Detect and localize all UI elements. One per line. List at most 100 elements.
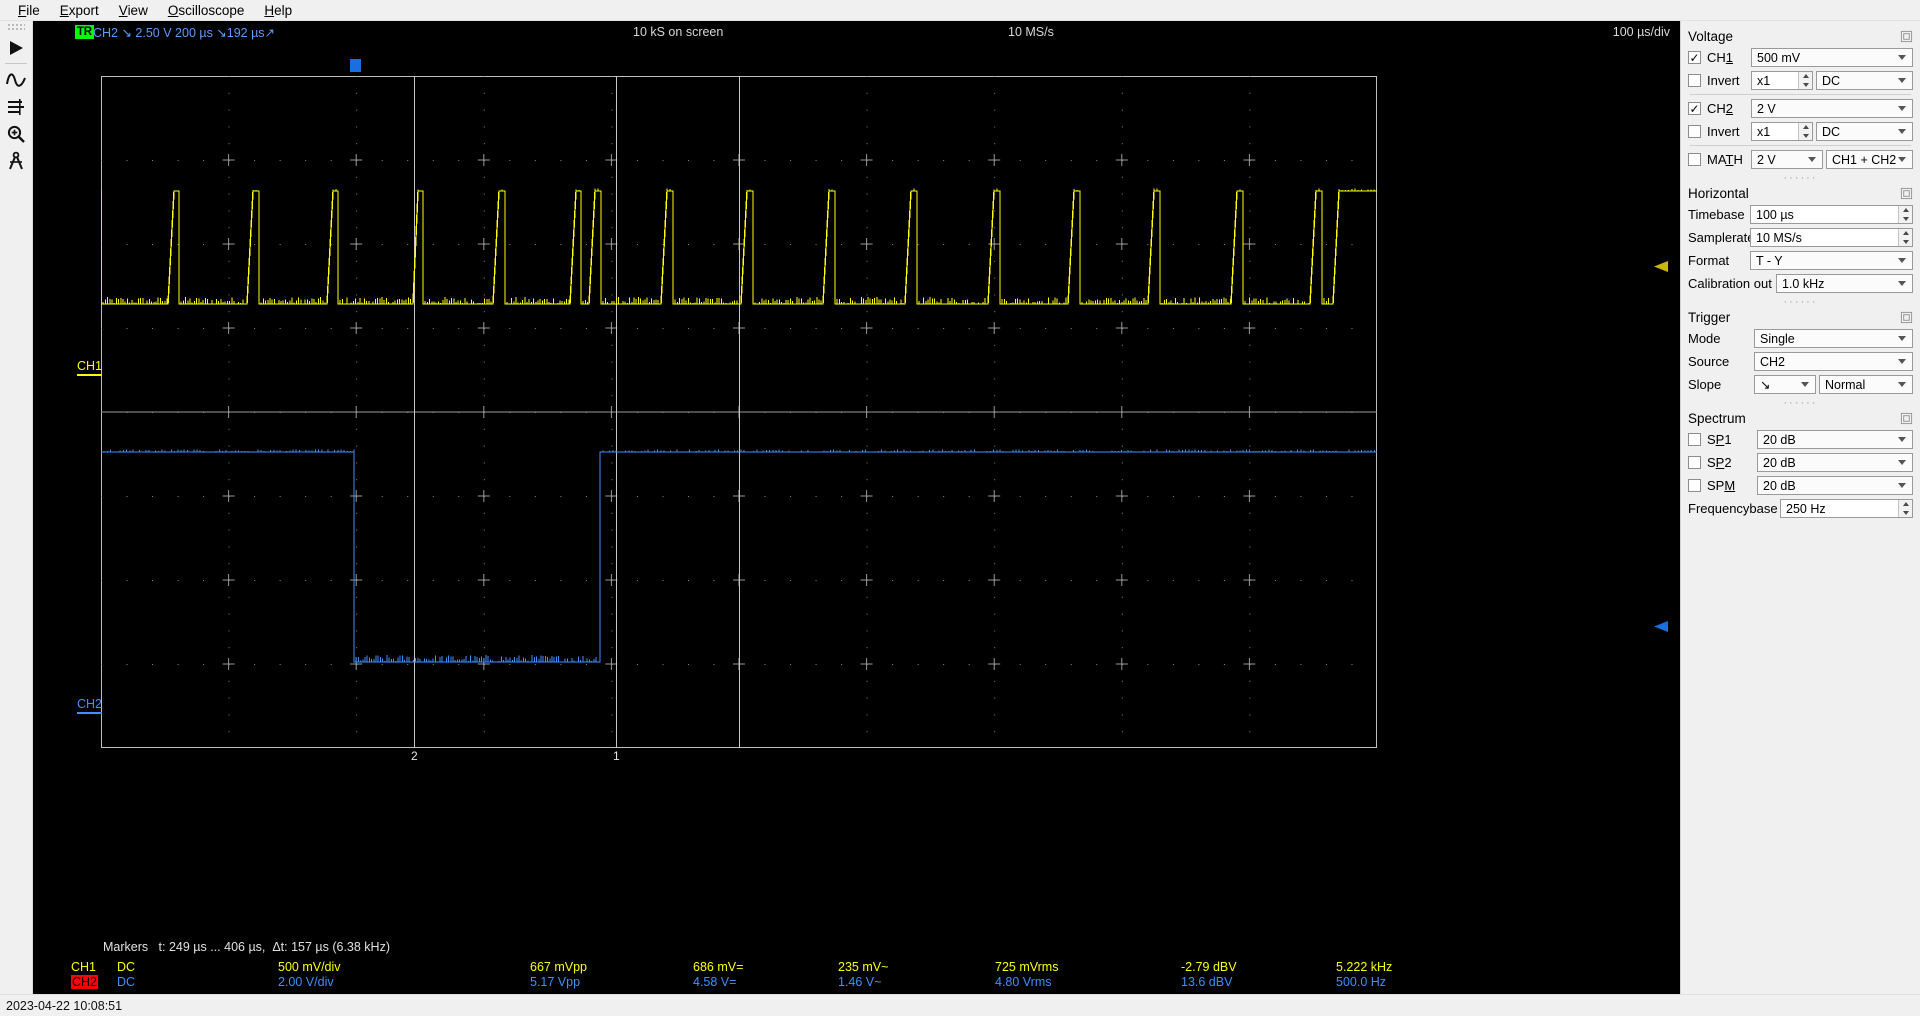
sp1-checkbox[interactable] [1688,433,1701,446]
ch2-probe-stepper[interactable]: x1 [1751,122,1813,141]
section-drag-handle[interactable]: ······ [1688,173,1913,184]
chevron-down-icon [1898,106,1906,111]
scope-top-info: TR CH2 ↘ 2.50 V 200 µs ↘192 µs↗ 10 kS on… [33,21,1680,43]
chevron-down-icon [1898,129,1906,134]
ch2-vrms: 4.80 Vrms [995,975,1052,989]
ch2-name: CH2 [71,975,99,989]
menu-help[interactable]: Help [254,1,302,20]
scope-display[interactable]: TR CH2 ↘ 2.50 V 200 µs ↘192 µs↗ 10 kS on… [33,21,1680,960]
ch1-offset-handle[interactable] [1654,261,1668,272]
zoom-button[interactable] [1,120,32,147]
trigger-slope-label: Slope [1688,377,1722,392]
ch1-coupling: DC [117,960,136,974]
graticule [101,76,1377,748]
trigger-position-marker[interactable] [350,59,361,72]
menu-export[interactable]: Export [50,1,109,20]
section-drag-handle[interactable]: ······ [1688,398,1913,409]
ch2-coupling-select[interactable]: DC [1816,122,1913,141]
ch1-vdc: 686 mV= [693,960,744,974]
frequencybase-stepper[interactable]: 250 Hz [1780,499,1913,518]
spm-scale-select[interactable]: 20 dB [1757,476,1913,495]
ch1-row: CH1 500 mV [1688,48,1913,67]
ch1-invert-row: Invert x1 DC [1688,71,1913,90]
ch2-level-bar [77,712,103,714]
trigger-kind-select[interactable]: Normal [1819,375,1913,394]
ch2-row: CH2 2 V [1688,99,1913,118]
ch2-enable-checkbox[interactable] [1688,102,1701,115]
markers-summary: Markers t: 249 µs ... 406 µs, Δt: 157 µs… [103,940,390,954]
section-drag-handle[interactable]: ······ [1688,297,1913,308]
stepper-buttons[interactable] [1898,500,1912,517]
markers-button[interactable] [1,147,32,174]
ch1-probe-stepper[interactable]: x1 [1751,71,1813,90]
sp1-scale-select[interactable]: 20 dB [1757,430,1913,449]
ch1-trace-label: CH1 [77,359,103,376]
spm-checkbox[interactable] [1688,479,1701,492]
measure-button[interactable] [1,93,32,120]
ch2-vpp: 5.17 Vpp [530,975,581,989]
voltage-title: Voltage [1688,29,1734,44]
chevron-down-icon [1802,82,1809,87]
stepper-buttons[interactable] [1798,123,1812,140]
menu-view[interactable]: View [109,1,158,20]
ch2-label: CH2 [1707,101,1734,116]
sine-wave-icon [6,73,26,87]
chevron-down-icon [1898,382,1906,387]
measurement-row-ch1: CH1 DC 500 mV/div 667 mVpp 686 mV= 235 m… [33,960,1680,976]
math-enable-checkbox[interactable] [1688,153,1701,166]
menu-oscilloscope[interactable]: Oscilloscope [158,1,255,20]
trigger-source-select[interactable]: CH2 [1754,352,1913,371]
ch1-freq: 5.222 kHz [1336,960,1393,974]
trigger-mode-select[interactable]: Single [1754,329,1913,348]
measurement-bar: CH1 DC 500 mV/div 667 mVpp 686 mV= 235 m… [33,960,1680,994]
ch1-range-select[interactable]: 500 mV [1751,48,1913,67]
ch2-invert-checkbox[interactable] [1688,125,1701,138]
toolbar-grip[interactable] [7,23,25,32]
math-expression-select[interactable]: CH1 + CH2 [1826,150,1913,169]
menu-file[interactable]: File [8,1,50,20]
chevron-down-icon [1902,510,1909,515]
stepper-buttons[interactable] [1798,72,1812,89]
stepper-buttons[interactable] [1898,206,1912,223]
sp2-scale-select[interactable]: 20 dB [1757,453,1913,472]
undock-icon[interactable] [1900,30,1913,43]
trigger-source-value: CH2 [1760,354,1786,369]
ch2-range-select[interactable]: 2 V [1751,99,1913,118]
trigger-mode-row: Mode Single [1688,329,1913,348]
horizontal-section-header: Horizontal [1688,186,1913,201]
undock-icon[interactable] [1900,311,1913,324]
trigger-slope-value: ↘ [1760,378,1771,392]
ch1-invert-checkbox[interactable] [1688,74,1701,87]
waveform-button[interactable] [1,66,32,93]
ch2-freq: 500.0 Hz [1336,975,1387,989]
trigger-slope-select[interactable]: ↘ [1754,375,1816,394]
ch2-dbv: 13.6 dBV [1181,975,1233,989]
ch1-coupling-select[interactable]: DC [1816,71,1913,90]
calibration-out-value: 1.0 kHz [1782,276,1825,291]
ch1-enable-checkbox[interactable] [1688,51,1701,64]
ch2-invert-label: Invert [1707,124,1740,139]
ch2-offset-handle[interactable] [1654,621,1668,632]
spm-scale-value: 20 dB [1763,478,1796,493]
math-range-value: 2 V [1757,152,1776,167]
chevron-down-icon [1898,460,1906,465]
run-button[interactable] [1,34,32,61]
timebase-stepper[interactable]: 100 µs [1750,205,1913,224]
chevron-down-icon [1808,157,1816,162]
chevron-down-icon [1898,437,1906,442]
undock-icon[interactable] [1900,412,1913,425]
trigger-source-label: Source [1688,354,1730,369]
samplerate-stepper[interactable]: 10 MS/s [1750,228,1913,247]
ch2-vac: 1.46 V~ [838,975,882,989]
trigger-badge: TR [75,25,94,39]
stepper-buttons[interactable] [1898,229,1912,246]
sp2-checkbox[interactable] [1688,456,1701,469]
undock-icon[interactable] [1900,187,1913,200]
math-range-select[interactable]: 2 V [1751,150,1823,169]
ch2-probe-value: x1 [1757,124,1771,139]
chevron-down-icon [1898,483,1906,488]
samplerate-row: Samplerate 10 MS/s [1688,228,1913,247]
format-label: Format [1688,253,1730,268]
format-select[interactable]: T - Y [1750,251,1913,270]
calibration-out-select[interactable]: 1.0 kHz [1776,274,1913,293]
